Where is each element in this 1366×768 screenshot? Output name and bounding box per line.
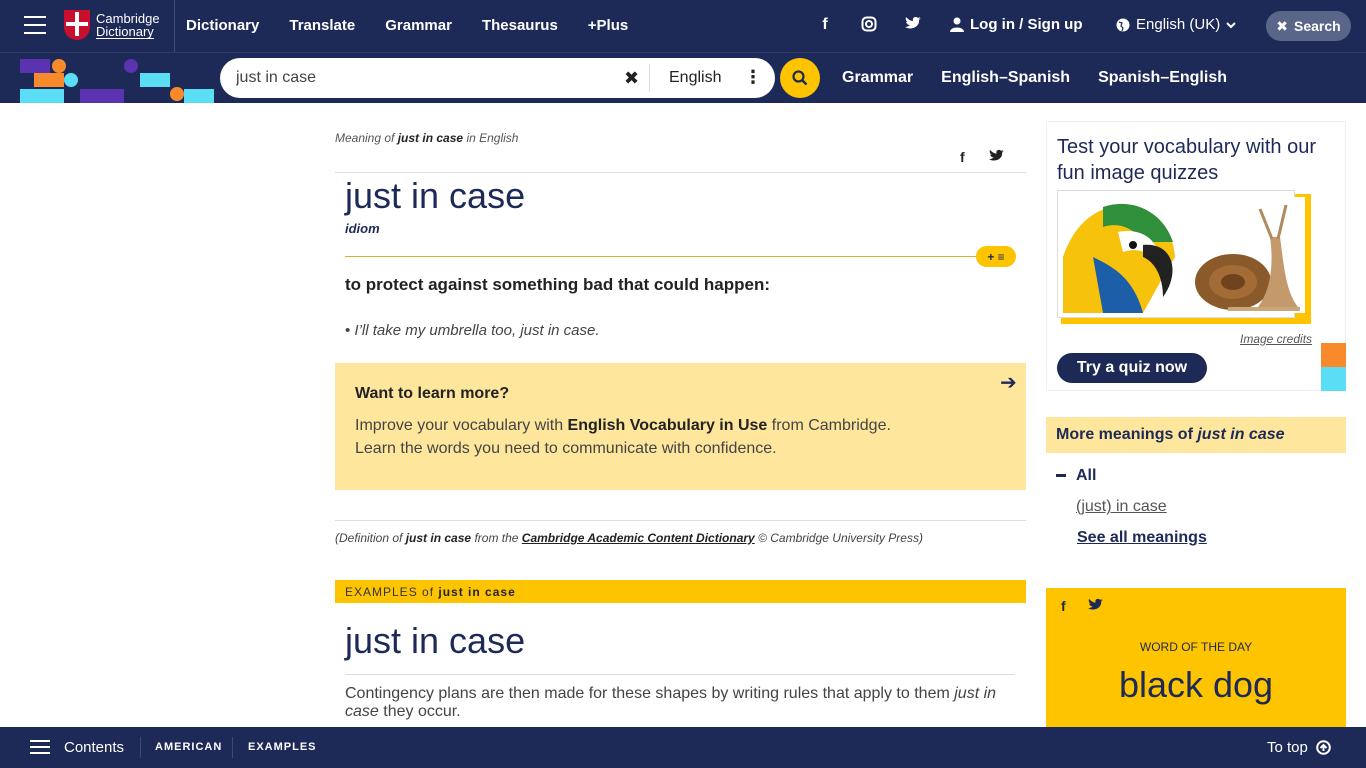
- search-submit-button[interactable]: [780, 58, 820, 98]
- examples-headword: just in case: [345, 620, 526, 661]
- arrow-right-icon[interactable]: ➔: [1000, 370, 1017, 395]
- nav-plus[interactable]: +Plus: [588, 17, 628, 34]
- examples-tab[interactable]: EXAMPLES: [248, 741, 317, 753]
- learn-more-line1: Improve your vocabulary with English Voc…: [355, 417, 891, 434]
- bottom-bar: Contents AMERICAN EXAMPLES To top: [0, 727, 1366, 768]
- examples-header: EXAMPLES of just in case: [335, 580, 1026, 603]
- see-all-meanings-link[interactable]: See all meanings: [1077, 529, 1207, 547]
- meaning-link-in-case[interactable]: (just) in case: [1076, 498, 1167, 516]
- user-icon: [950, 17, 964, 32]
- search-box: ✖ English ⋮: [220, 58, 775, 98]
- cambridge-logo[interactable]: Cambridge Dictionary: [64, 10, 160, 40]
- divider: [335, 520, 1026, 521]
- chevron-down-icon: [1226, 16, 1236, 33]
- contents-button[interactable]: Contents: [64, 739, 124, 756]
- meaning-of-line: Meaning of just in case in English: [335, 131, 519, 145]
- search-toggle-button[interactable]: ✖ Search: [1266, 11, 1351, 41]
- search-bar-row: ✖ English ⋮ Grammar English–Spanish Span…: [0, 52, 1366, 103]
- all-meanings-toggle[interactable]: All: [1056, 467, 1096, 485]
- link-spanish-english[interactable]: Spanish–English: [1098, 69, 1227, 87]
- logo-line2: Dictionary: [96, 23, 154, 39]
- nav-grammar[interactable]: Grammar: [385, 17, 452, 34]
- minus-icon: [1056, 474, 1066, 478]
- close-icon: ✖: [1276, 17, 1289, 34]
- menu-icon[interactable]: [24, 16, 46, 34]
- nav-translate[interactable]: Translate: [289, 17, 355, 34]
- top-navigation-bar: Cambridge Dictionary Dictionary Translat…: [0, 0, 1366, 52]
- divider: [335, 172, 1026, 173]
- twitter-icon[interactable]: [988, 149, 1004, 165]
- language-selector[interactable]: English (UK): [1116, 16, 1236, 33]
- dictionary-language-select[interactable]: English: [669, 69, 721, 87]
- parrot-image[interactable]: [1063, 197, 1181, 313]
- divider: [174, 0, 175, 52]
- decorative-pattern: [18, 53, 218, 104]
- facebook-icon[interactable]: f: [960, 149, 965, 165]
- word-of-the-day-card: f WORD OF THE DAY black dog: [1046, 588, 1346, 728]
- divider: [345, 256, 1015, 257]
- add-to-list-button[interactable]: + ≡: [976, 246, 1016, 267]
- main-nav: Dictionary Translate Grammar Thesaurus +…: [186, 17, 628, 34]
- search-button-label: Search: [1294, 18, 1341, 34]
- contents-menu-icon[interactable]: [30, 740, 50, 754]
- quiz-title: Test your vocabulary with our fun image …: [1057, 136, 1317, 184]
- more-vertical-icon[interactable]: ⋮: [744, 67, 762, 88]
- twitter-icon[interactable]: [1087, 598, 1103, 614]
- more-meanings-header: More meanings of just in case: [1046, 417, 1346, 453]
- clear-search-icon[interactable]: ✖: [624, 68, 639, 89]
- image-quiz-card: Test your vocabulary with our fun image …: [1046, 121, 1346, 391]
- wotd-share-links: f: [1061, 598, 1103, 614]
- globe-icon: [1116, 18, 1130, 31]
- decorative-block: [1321, 367, 1346, 391]
- social-links: f: [816, 16, 922, 37]
- search-icon: [792, 70, 808, 86]
- example-sentence: • I’ll take my umbrella too, just in cas…: [345, 322, 600, 339]
- instagram-icon[interactable]: [860, 16, 878, 37]
- definition-citation: (Definition of just in case from the Cam…: [335, 531, 923, 545]
- link-english-spanish[interactable]: English–Spanish: [941, 69, 1070, 87]
- learn-more-banner[interactable]: Want to learn more? Improve your vocabul…: [335, 363, 1026, 490]
- crest-icon: [64, 10, 90, 40]
- arrow-up-circle-icon: [1316, 740, 1331, 755]
- login-label: Log in / Sign up: [970, 16, 1083, 33]
- learn-more-title: Want to learn more?: [355, 385, 510, 402]
- nav-thesaurus[interactable]: Thesaurus: [482, 17, 558, 34]
- to-top-button[interactable]: To top: [1267, 739, 1331, 756]
- source-link[interactable]: Cambridge Academic Content Dictionary: [522, 531, 755, 545]
- part-of-speech: idiom: [345, 221, 380, 236]
- search-input[interactable]: [236, 66, 616, 90]
- headword: just in case: [345, 175, 526, 216]
- to-top-label: To top: [1267, 739, 1308, 756]
- divider: [232, 737, 233, 758]
- dictionary-links: Grammar English–Spanish Spanish–English: [842, 69, 1227, 87]
- learn-more-line2: Learn the words you need to communicate …: [355, 440, 777, 457]
- snail-image[interactable]: [1188, 197, 1305, 313]
- american-tab[interactable]: AMERICAN: [155, 741, 222, 753]
- divider: [140, 737, 141, 758]
- login-link[interactable]: Log in / Sign up: [950, 16, 1082, 33]
- divider: [345, 674, 1015, 675]
- facebook-icon[interactable]: f: [816, 16, 834, 37]
- decorative-block: [1321, 343, 1346, 367]
- facebook-icon[interactable]: f: [1061, 598, 1066, 614]
- twitter-icon[interactable]: [904, 16, 922, 37]
- share-links: f: [960, 149, 1004, 165]
- definition: to protect against something bad that co…: [345, 275, 771, 294]
- wotd-label: WORD OF THE DAY: [1139, 640, 1253, 654]
- corpus-example: Contingency plans are then made for thes…: [345, 685, 997, 720]
- link-grammar[interactable]: Grammar: [842, 69, 913, 87]
- divider: [649, 64, 650, 92]
- language-label: English (UK): [1136, 16, 1221, 33]
- try-quiz-button[interactable]: Try a quiz now: [1057, 353, 1207, 383]
- nav-dictionary[interactable]: Dictionary: [186, 17, 259, 34]
- logo-line1: Cambridge: [96, 10, 160, 26]
- image-credits-link[interactable]: Image credits: [1240, 332, 1312, 346]
- wotd-word[interactable]: black dog: [1046, 664, 1346, 706]
